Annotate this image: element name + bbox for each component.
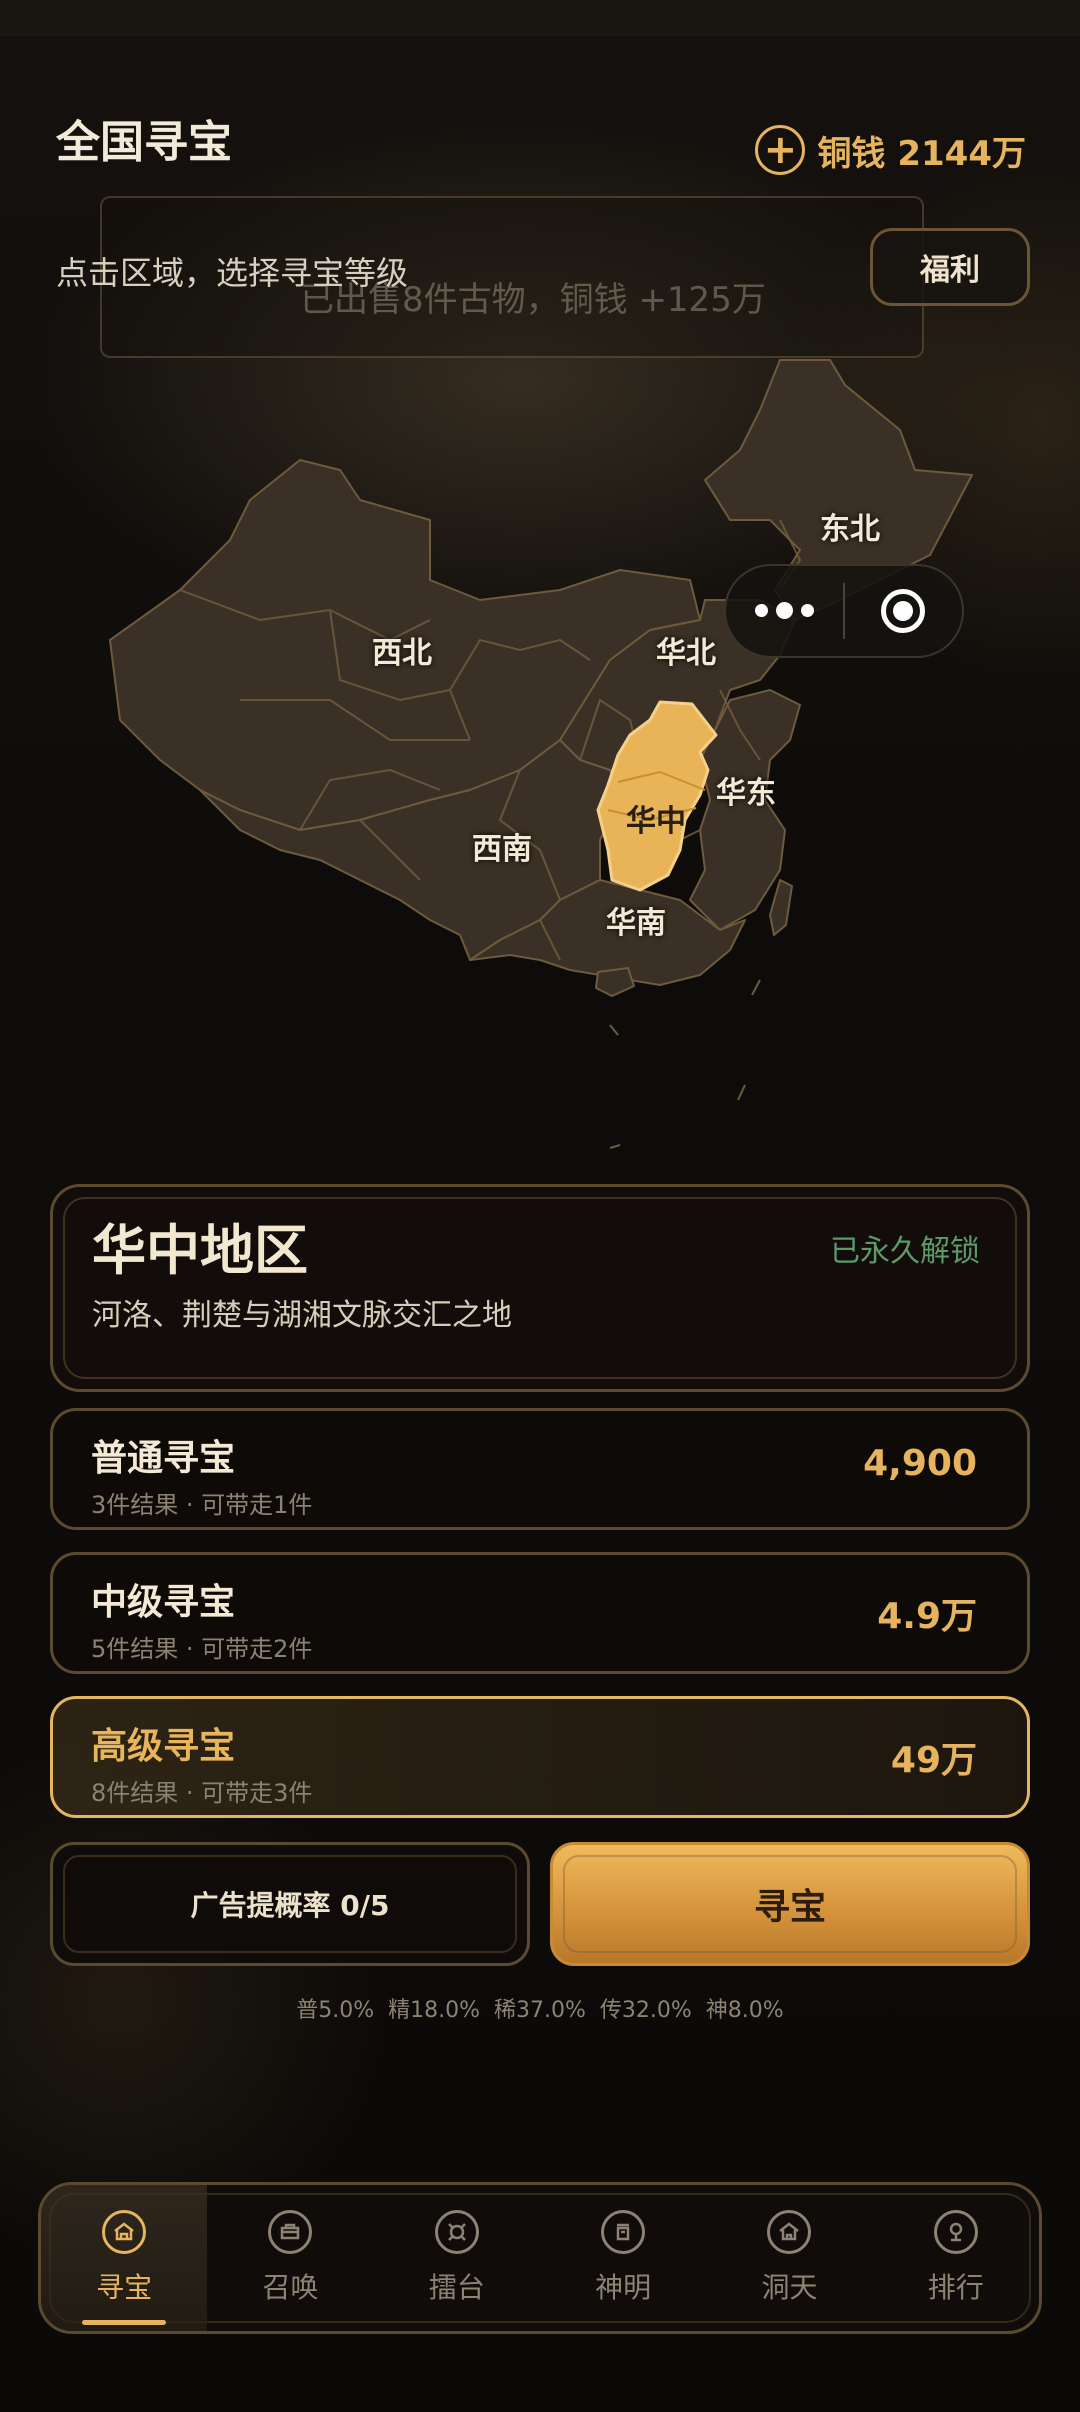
welfare-button[interactable]: 福利 — [870, 228, 1030, 306]
more-dots-icon — [755, 601, 814, 619]
rarity-probabilities: 普5.0% 精18.0% 稀37.0% 传32.0% 神8.0% — [296, 1998, 784, 2023]
label-dongbei: 东北 — [820, 512, 880, 547]
china-region-map: 东北 西北 华北 华中 华东 西南 华南 — [0, 340, 1080, 1160]
tab-label: 神明 — [595, 2271, 652, 2304]
currency-label: 铜钱 — [817, 133, 886, 174]
treasure-icon — [102, 2210, 147, 2254]
tier-detail: 8件结果 · 可带走3件 — [91, 1779, 313, 1807]
region-hainan — [595, 967, 635, 997]
tab-label: 擂台 — [428, 2271, 485, 2304]
tier-option-medium[interactable]: 中级寻宝 5件结果 · 可带走2件 4.9万 — [50, 1552, 1030, 1674]
tab-label: 寻宝 — [96, 2271, 153, 2304]
tab-label: 排行 — [927, 2271, 984, 2304]
add-currency-button[interactable]: + — [755, 125, 806, 175]
ad-boost-button[interactable]: 广告提概率 0/5 — [50, 1842, 530, 1966]
cave-icon — [767, 2210, 812, 2254]
close-miniprogram-button[interactable] — [845, 566, 962, 656]
arena-icon — [434, 2210, 479, 2254]
region-taiwan — [769, 879, 793, 936]
region-description: 河洛、荆楚与湖湘文脉交汇之地 — [92, 1298, 512, 1333]
treasure-hunt-button[interactable]: 寻宝 — [550, 1842, 1030, 1966]
tier-name: 高级寻宝 — [91, 1726, 236, 1767]
sale-toast: 已出售8件古物，铜钱 +125万 — [300, 280, 766, 320]
tier-price: 49万 — [890, 1740, 977, 1781]
summon-icon — [268, 2210, 313, 2254]
ad-boost-label: 广告提概率 0/5 — [190, 1889, 390, 1922]
tier-name: 普通寻宝 — [91, 1438, 236, 1479]
page-title: 全国寻宝 — [56, 117, 232, 168]
unlock-status: 已永久解锁 — [830, 1234, 980, 1269]
status-bar — [0, 0, 1080, 36]
tier-detail: 5件结果 · 可带走2件 — [91, 1635, 313, 1663]
label-xinan: 西南 — [472, 832, 532, 867]
tab-cave[interactable]: 洞天 — [706, 2185, 872, 2331]
tier-price: 4,900 — [863, 1443, 977, 1484]
treasure-hunt-label: 寻宝 — [753, 1887, 826, 1928]
deity-icon — [601, 2210, 646, 2254]
ranking-icon — [933, 2210, 978, 2254]
active-tab-indicator — [82, 2320, 167, 2325]
bottom-tab-bar: 寻宝 召唤 擂台 神明 洞天 排行 — [38, 2182, 1042, 2334]
tab-summon[interactable]: 召唤 — [207, 2185, 373, 2331]
tab-arena[interactable]: 擂台 — [374, 2185, 540, 2331]
target-icon — [881, 589, 926, 633]
tab-label: 召唤 — [262, 2271, 319, 2304]
miniprogram-capsule — [724, 564, 964, 658]
more-button[interactable] — [726, 566, 843, 656]
tab-ranking[interactable]: 排行 — [873, 2185, 1039, 2331]
label-xibei: 西北 — [372, 636, 432, 671]
tier-name: 中级寻宝 — [91, 1582, 236, 1623]
label-huanan: 华南 — [606, 906, 666, 941]
tab-treasure[interactable]: 寻宝 — [41, 2185, 208, 2331]
region-name: 华中地区 — [92, 1219, 308, 1282]
currency-amount: 2144万 — [897, 133, 1026, 174]
label-huabei: 华北 — [656, 636, 716, 671]
tier-price: 4.9万 — [877, 1596, 977, 1637]
tier-option-advanced[interactable]: 高级寻宝 8件结果 · 可带走3件 49万 — [50, 1696, 1030, 1818]
label-huazhong: 华中 — [626, 804, 686, 839]
currency-display: + 铜钱 2144万 — [755, 122, 1026, 178]
tier-option-normal[interactable]: 普通寻宝 3件结果 · 可带走1件 4,900 — [50, 1408, 1030, 1530]
tab-deity[interactable]: 神明 — [540, 2185, 706, 2331]
tab-label: 洞天 — [761, 2271, 818, 2304]
label-huadong: 华东 — [716, 776, 776, 811]
tier-detail: 3件结果 · 可带走1件 — [91, 1491, 313, 1519]
